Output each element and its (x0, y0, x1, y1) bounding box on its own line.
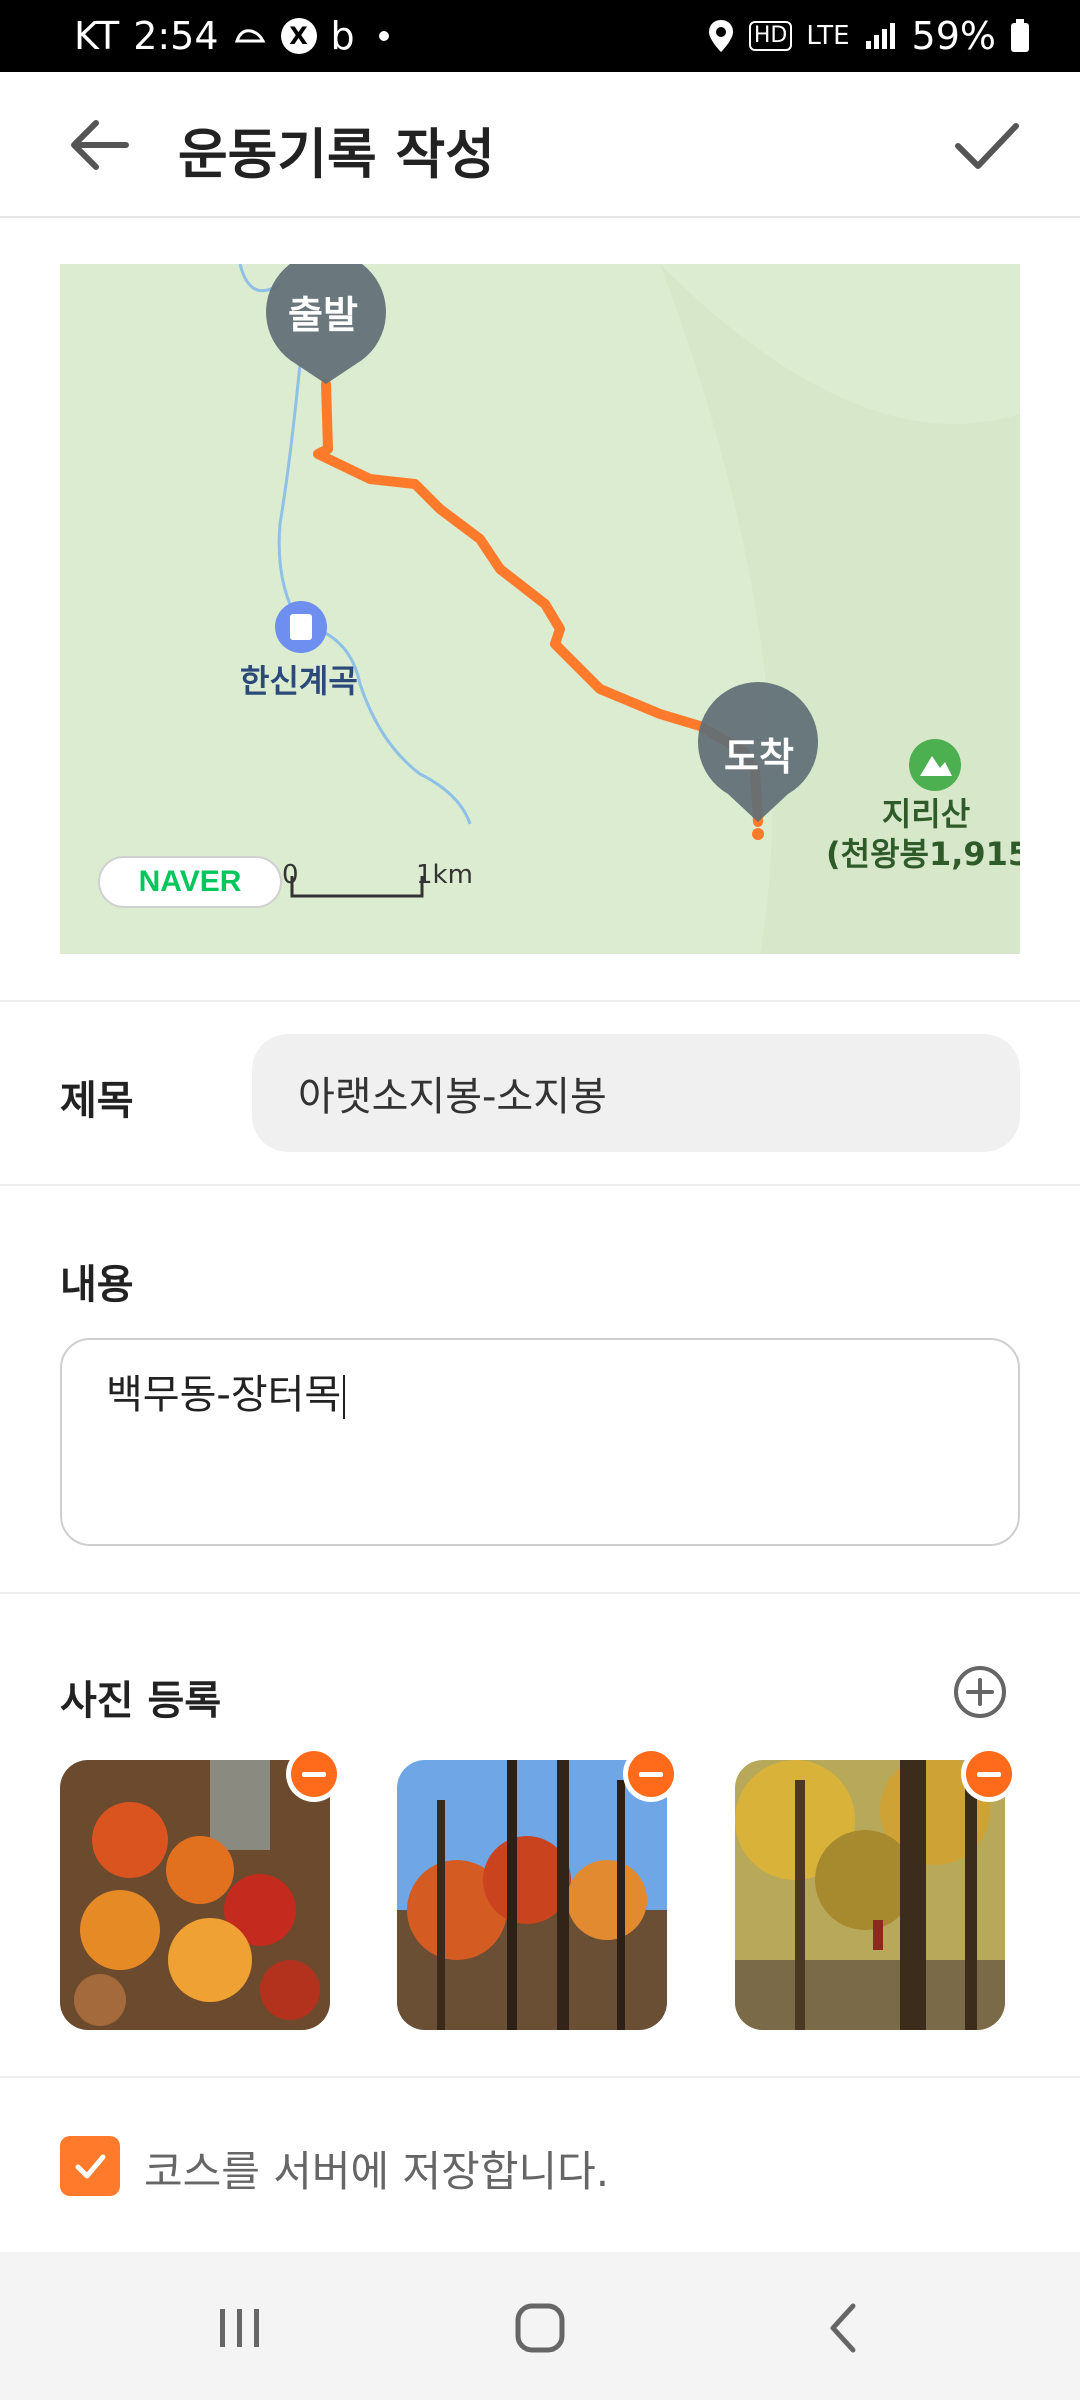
system-nav-bar (0, 2252, 1080, 2400)
clock: 2:54 (133, 14, 219, 58)
content-text: 백무동-장터목 (106, 1372, 342, 1418)
title-label: 제목 (60, 1078, 134, 1124)
title-input[interactable]: 아랫소지봉-소지봉 (252, 1034, 1020, 1152)
divider (0, 1592, 1080, 1594)
minus-icon (628, 1751, 674, 1797)
page-title: 운동기록 작성 (178, 123, 495, 186)
recent-apps-icon[interactable] (200, 2296, 280, 2360)
content-textarea[interactable]: 백무동-장터목 (60, 1338, 1020, 1546)
naver-logo: NAVER (98, 856, 282, 908)
text-caret (343, 1375, 346, 1419)
remove-photo-button[interactable] (623, 1746, 679, 1802)
save-course-checkbox[interactable] (60, 2136, 120, 2196)
app-x-icon: X (280, 18, 317, 54)
notification-dot-icon (378, 31, 389, 41)
divider (0, 2076, 1080, 2078)
remove-photo-button[interactable] (961, 1746, 1017, 1802)
peak-name: 지리산 (881, 795, 971, 833)
location-icon (707, 18, 735, 54)
divider (0, 1000, 1080, 1002)
remove-photo-button[interactable] (286, 1746, 342, 1802)
content-label: 내용 (60, 1262, 134, 1308)
battery-icon (1010, 19, 1030, 53)
divider (0, 1184, 1080, 1186)
autumn-leaves-photo[interactable] (60, 1760, 330, 2030)
app-bar: 운동기록 작성 (0, 72, 1080, 218)
carrier-label: KT (74, 14, 120, 58)
battery-percent: 59% (911, 14, 996, 58)
network-type: LTE (806, 21, 850, 51)
save-course-label[interactable]: 코스를 서버에 저장합니다. (144, 2138, 609, 2199)
signal-icon (864, 21, 898, 51)
status-bar: KT 2:54 X b HD LTE 59% (0, 0, 1080, 72)
check-icon[interactable] (946, 110, 1026, 180)
scale-end-label: 1km (416, 860, 473, 890)
hd-voice-icon: HD (748, 21, 793, 51)
back-icon[interactable] (804, 2296, 884, 2360)
scale-start-label: 0 (282, 860, 299, 890)
peak-height: (천왕봉1,915.4m (826, 835, 1020, 873)
route-map[interactable]: 출발 도착 한신계곡 지리산 (천왕봉1,915.4m NAVER 0 1km (60, 264, 1020, 954)
check-icon (75, 2154, 106, 2179)
photos-label: 사진 등록 (60, 1678, 222, 1724)
poi-label: 한신계곡 (240, 662, 358, 700)
minus-icon (291, 1751, 337, 1797)
app-b-icon: b (330, 14, 355, 58)
start-pin-label: 출발 (288, 293, 358, 337)
plus-circle-icon[interactable] (952, 1664, 1008, 1720)
minus-icon (966, 1751, 1012, 1797)
end-pin-label: 도착 (724, 735, 794, 779)
red-forest-photo[interactable] (397, 1760, 667, 2030)
forest-trail-photo[interactable] (735, 1760, 1005, 2030)
arrow-left-icon[interactable] (60, 110, 140, 180)
shoe-icon (233, 19, 267, 53)
home-icon[interactable] (500, 2296, 580, 2360)
